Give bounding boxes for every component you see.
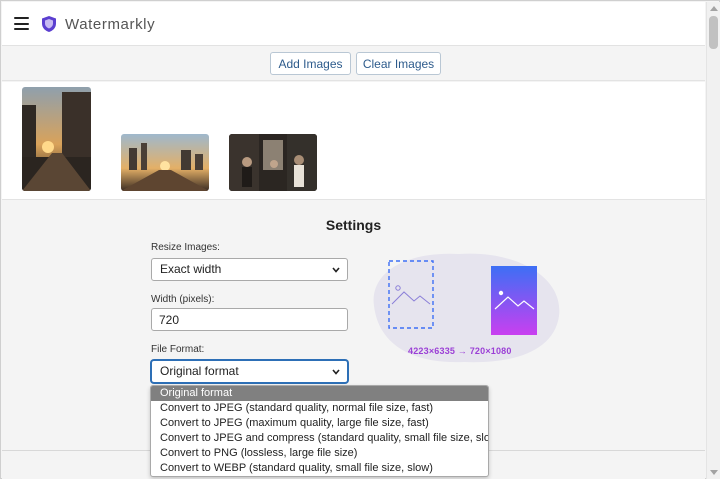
chevron-down-icon (332, 369, 340, 375)
shield-logo-icon (42, 16, 56, 32)
file-format-label: File Format: (151, 344, 205, 355)
scroll-up-icon[interactable] (710, 6, 718, 11)
scroll-down-icon[interactable] (710, 470, 718, 475)
resize-images-label: Resize Images: (151, 242, 220, 253)
toolbar: Add Images Clear Images (2, 47, 705, 81)
header: Watermarkly (2, 2, 705, 46)
image-gallery (2, 82, 705, 200)
format-option[interactable]: Convert to PNG (lossless, large file siz… (151, 446, 488, 461)
format-option[interactable]: Original format (151, 386, 488, 401)
image-thumbnail[interactable] (229, 134, 317, 191)
chevron-down-icon (332, 267, 340, 273)
app-window: Watermarkly Add Images Clear Images Sett… (0, 0, 720, 479)
file-format-dropdown[interactable]: Original format Convert to JPEG (standar… (150, 385, 489, 477)
scrollbar-thumb[interactable] (709, 16, 718, 49)
width-input[interactable] (151, 308, 348, 331)
add-images-button[interactable]: Add Images (270, 52, 351, 75)
menu-icon[interactable] (14, 17, 29, 30)
width-label: Width (pixels): (151, 294, 215, 305)
format-option[interactable]: Convert to JPEG and compress (standard q… (151, 431, 488, 446)
vertical-scrollbar[interactable] (706, 2, 720, 479)
settings-title: Settings (325, 217, 382, 233)
dimension-text: 4223×6335 → 720×1080 (408, 346, 512, 356)
resize-images-value: Exact width (160, 262, 222, 276)
file-format-select[interactable]: Original format (151, 360, 348, 383)
app-title: Watermarkly (65, 16, 156, 33)
clear-images-button[interactable]: Clear Images (356, 52, 441, 75)
image-thumbnail[interactable] (22, 87, 91, 191)
format-option[interactable]: Convert to JPEG (maximum quality, large … (151, 416, 488, 431)
resize-images-select[interactable]: Exact width (151, 258, 348, 281)
format-option[interactable]: Convert to JPEG (standard quality, norma… (151, 401, 488, 416)
file-format-value: Original format (160, 364, 239, 378)
format-option[interactable]: Convert to WEBP (standard quality, small… (151, 461, 488, 476)
image-thumbnail[interactable] (121, 134, 209, 191)
